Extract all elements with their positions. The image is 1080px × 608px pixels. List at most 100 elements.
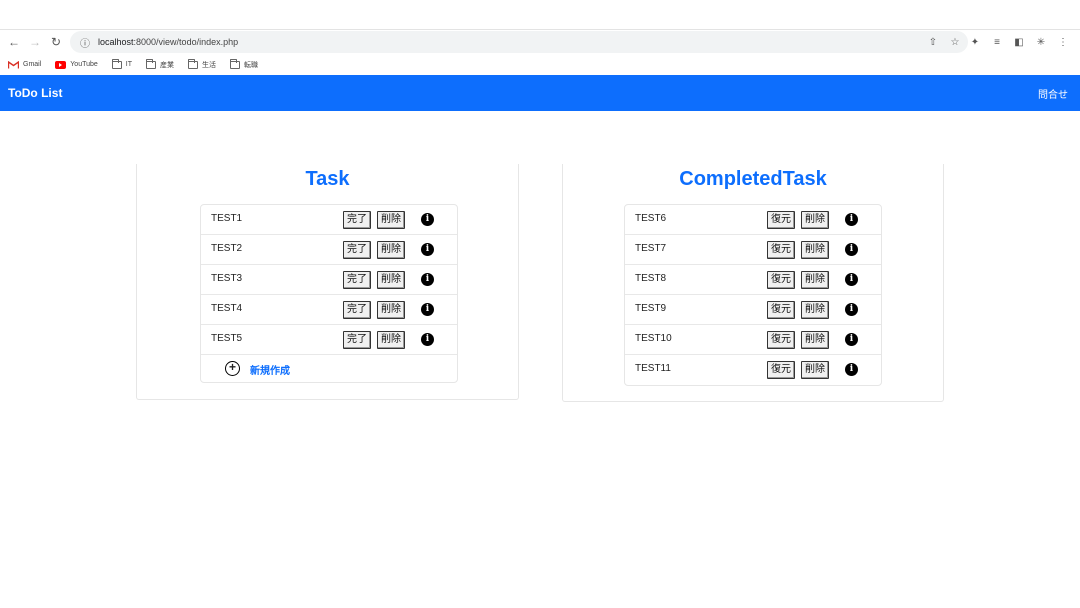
info-icon[interactable]: i: [845, 213, 858, 226]
new-task-row[interactable]: + 新規作成: [201, 355, 457, 382]
menu-kebab-icon[interactable]: ⋮: [1056, 35, 1070, 49]
delete-button[interactable]: 削除: [377, 211, 405, 229]
info-icon[interactable]: i: [421, 303, 434, 316]
complete-button[interactable]: 完了: [343, 241, 371, 259]
folder-icon: [230, 58, 241, 69]
reload-icon[interactable]: ↻: [46, 32, 66, 52]
completed-panel-title: CompletedTask: [679, 168, 827, 190]
reading-list-icon[interactable]: ≡: [990, 35, 1004, 49]
bookmark-label: Gmail: [23, 61, 42, 68]
info-icon[interactable]: i: [421, 213, 434, 226]
completed-task-name: TEST9: [635, 303, 667, 314]
delete-button[interactable]: 削除: [377, 301, 405, 319]
bookmark-folder-industry[interactable]: 産業: [146, 58, 175, 70]
delete-button[interactable]: 削除: [801, 271, 829, 289]
bookmark-folder-it[interactable]: IT: [111, 58, 133, 69]
delete-button[interactable]: 削除: [377, 271, 405, 289]
bookmark-gmail[interactable]: Gmail: [8, 60, 42, 69]
new-task-link[interactable]: 新規作成: [250, 362, 290, 377]
restore-button[interactable]: 復元: [767, 241, 795, 259]
bookmark-label: 転職: [244, 61, 259, 69]
bookmark-label: 生活: [202, 61, 217, 69]
delete-button[interactable]: 削除: [801, 211, 829, 229]
delete-button[interactable]: 削除: [377, 241, 405, 259]
completed-task-name: TEST8: [635, 273, 667, 284]
task-list: TEST1 完了 削除 i TEST2 完了 削除 i TEST3 完了 削除 …: [200, 204, 458, 383]
forward-icon[interactable]: →: [25, 32, 45, 52]
bookmark-folder-life[interactable]: 生活: [188, 58, 217, 70]
delete-button[interactable]: 削除: [801, 301, 829, 319]
restore-button[interactable]: 復元: [767, 361, 795, 379]
extensions-icon[interactable]: ✦: [968, 35, 982, 49]
task-name: TEST1: [211, 213, 243, 224]
folder-icon: [188, 58, 199, 69]
restore-button[interactable]: 復元: [767, 301, 795, 319]
task-name: TEST2: [211, 243, 243, 254]
task-panel: Task TEST1 完了 削除 i TEST2 完了 削除 i TEST3 完…: [136, 164, 519, 400]
info-icon[interactable]: i: [421, 333, 434, 346]
delete-button[interactable]: 削除: [801, 331, 829, 349]
address-bar[interactable]: ⓘ localhost:8000/view/todo/index.php ⇧ ☆: [70, 31, 968, 53]
folder-icon: [146, 58, 157, 69]
contact-link[interactable]: 問合せ: [1038, 86, 1068, 101]
url-text: localhost:8000/view/todo/index.php: [98, 37, 239, 47]
app-navbar: ToDo List 問合せ: [0, 75, 1080, 111]
completed-row: TEST11 復元 削除 i: [625, 355, 881, 385]
task-row: TEST5 完了 削除 i: [201, 325, 457, 355]
delete-button[interactable]: 削除: [801, 241, 829, 259]
info-icon[interactable]: i: [421, 273, 434, 286]
restore-button[interactable]: 復元: [767, 271, 795, 289]
task-row: TEST2 完了 削除 i: [201, 235, 457, 265]
task-name: TEST3: [211, 273, 243, 284]
info-icon[interactable]: i: [845, 333, 858, 346]
bookmark-label: IT: [125, 61, 133, 68]
complete-button[interactable]: 完了: [343, 211, 371, 229]
complete-button[interactable]: 完了: [343, 301, 371, 319]
completed-row: TEST9 復元 削除 i: [625, 295, 881, 325]
back-icon[interactable]: ←: [4, 32, 24, 52]
completed-task-name: TEST10: [635, 333, 672, 344]
browser-toolbar: ← → ↻ ⓘ localhost:8000/view/todo/index.p…: [0, 30, 1080, 54]
task-name: TEST4: [211, 303, 243, 314]
completed-list: TEST6 復元 削除 i TEST7 復元 削除 i TEST8 復元 削除 …: [624, 204, 882, 386]
completed-row: TEST6 復元 削除 i: [625, 205, 881, 235]
completed-task-name: TEST6: [635, 213, 667, 224]
completed-task-name: TEST11: [635, 363, 671, 374]
gmail-icon: [8, 60, 19, 68]
browser-tab-strip: [0, 0, 1080, 30]
info-icon[interactable]: i: [845, 273, 858, 286]
task-row: TEST3 完了 削除 i: [201, 265, 457, 295]
profile-icon[interactable]: ✳: [1034, 35, 1048, 49]
completed-task-name: TEST7: [635, 243, 667, 254]
task-panel-title: Task: [305, 168, 350, 190]
bookmark-folder-jobs[interactable]: 転職: [230, 58, 259, 70]
delete-button[interactable]: 削除: [801, 361, 829, 379]
youtube-icon: [55, 60, 67, 69]
site-info-icon[interactable]: ⓘ: [78, 35, 92, 50]
completed-row: TEST10 復元 削除 i: [625, 325, 881, 355]
add-circle-icon[interactable]: +: [225, 361, 240, 376]
bookmark-youtube[interactable]: YouTube: [55, 60, 98, 69]
delete-button[interactable]: 削除: [377, 331, 405, 349]
completed-panel: CompletedTask TEST6 復元 削除 i TEST7 復元 削除 …: [562, 164, 944, 402]
bookmark-label: YouTube: [70, 61, 98, 68]
complete-button[interactable]: 完了: [343, 331, 371, 349]
bookmarks-bar: Gmail YouTube IT 産業 生活 転職: [0, 55, 1080, 74]
side-panel-icon[interactable]: ◧: [1012, 35, 1026, 49]
task-row: TEST1 完了 削除 i: [201, 205, 457, 235]
restore-button[interactable]: 復元: [767, 211, 795, 229]
complete-button[interactable]: 完了: [343, 271, 371, 289]
brand-link[interactable]: ToDo List: [8, 86, 62, 100]
bookmark-star-icon[interactable]: ☆: [948, 35, 962, 49]
task-name: TEST5: [211, 333, 243, 344]
info-icon[interactable]: i: [421, 243, 434, 256]
info-icon[interactable]: i: [845, 303, 858, 316]
info-icon[interactable]: i: [845, 243, 858, 256]
restore-button[interactable]: 復元: [767, 331, 795, 349]
info-icon[interactable]: i: [845, 363, 858, 376]
completed-row: TEST7 復元 削除 i: [625, 235, 881, 265]
task-row: TEST4 完了 削除 i: [201, 295, 457, 325]
folder-icon: [111, 58, 122, 69]
bookmark-label: 産業: [160, 61, 175, 69]
share-icon[interactable]: ⇧: [926, 35, 940, 49]
